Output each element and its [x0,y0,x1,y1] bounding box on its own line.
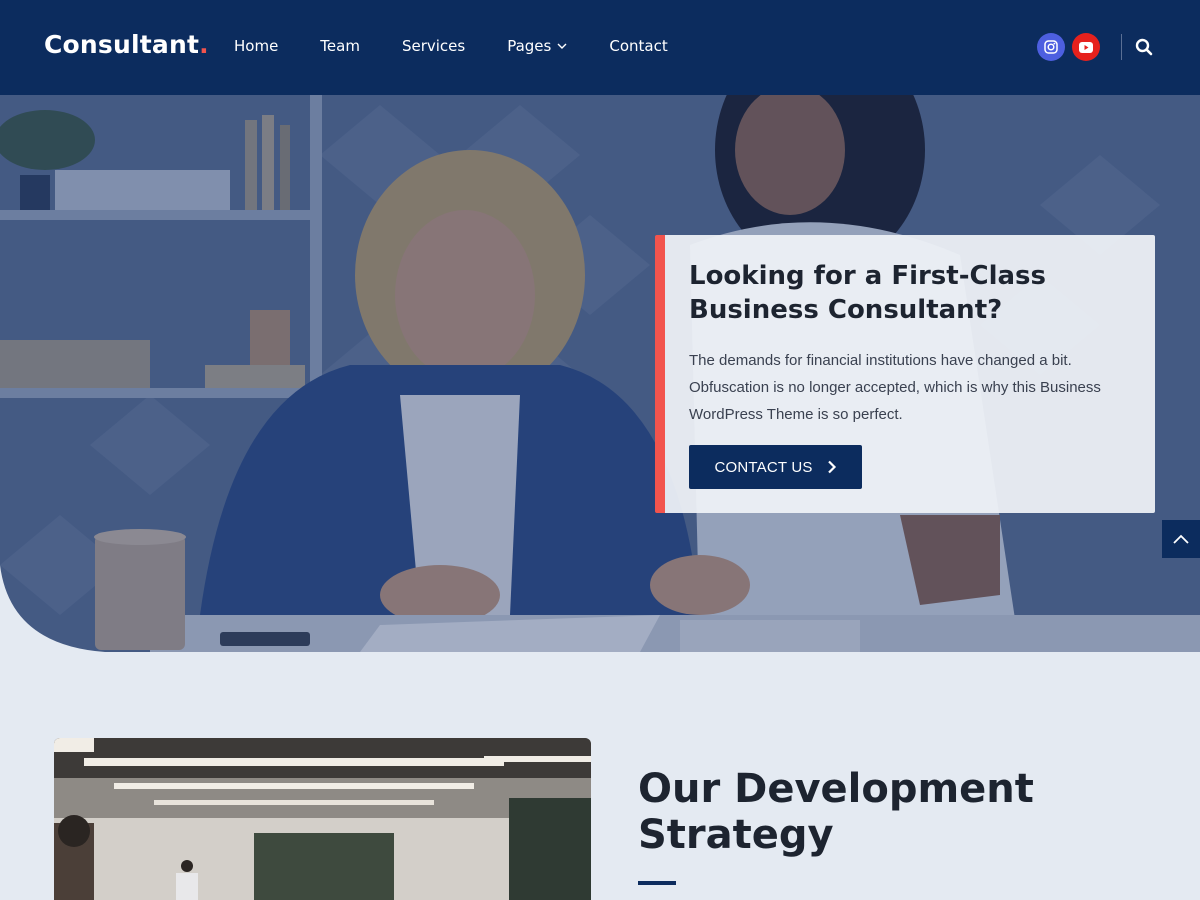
hero-card: Looking for a First-Class Business Consu… [655,235,1155,513]
chevron-down-icon [557,43,567,49]
hero-title: Looking for a First-Class Business Consu… [689,261,1046,325]
office-photo [54,738,591,900]
section-title-underline [638,881,676,885]
instagram-icon [1044,40,1058,54]
nav-item-label: Contact [609,37,668,55]
hero-curve-shape [0,565,105,652]
instagram-button[interactable] [1037,33,1065,61]
office-image [54,738,591,900]
nav-item-label: Team [320,37,360,55]
chevron-up-icon [1173,534,1189,544]
youtube-button[interactable] [1072,33,1100,61]
header-divider [1121,34,1122,60]
nav-item-contact[interactable]: Contact [609,37,667,55]
nav-item-pages[interactable]: Pages [507,37,567,55]
nav-item-team[interactable]: Team [320,37,360,55]
hero-section: Looking for a First-Class Business Consu… [0,95,1200,652]
back-to-top-button[interactable] [1162,520,1200,558]
youtube-icon [1079,41,1093,53]
nav-item-services[interactable]: Services [402,37,465,55]
section-title: Our Development Strategy [638,766,1034,858]
site-header: Consultant. Home Team Services Pages Con… [0,0,1200,95]
logo-dot: . [199,30,209,59]
site-logo[interactable]: Consultant. [44,30,209,59]
search-icon [1135,38,1153,56]
hero-text: The demands for financial institutions h… [689,352,1101,423]
contact-us-button[interactable]: CONTACT US [689,445,862,489]
nav-item-label: Pages [507,37,552,55]
nav-item-label: Home [234,37,279,55]
search-button[interactable] [1133,36,1155,58]
chevron-right-icon [827,460,836,474]
logo-text: Consultant [44,30,200,59]
main-nav: Home Team Services Pages Contact [234,37,710,55]
contact-us-label: CONTACT US [714,458,813,476]
nav-item-label: Services [401,37,466,55]
nav-item-home[interactable]: Home [234,37,278,55]
